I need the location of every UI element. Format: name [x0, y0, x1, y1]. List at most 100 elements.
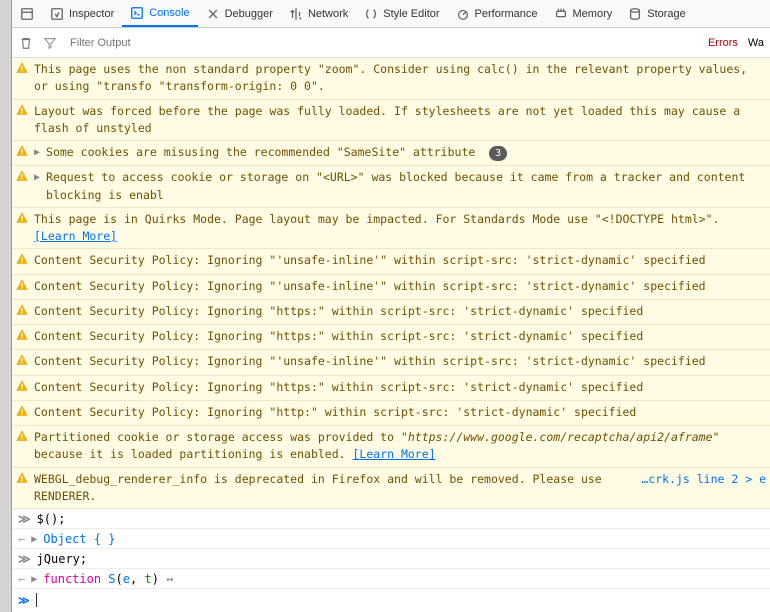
msg-text: Partitioned cookie or storage access was…: [34, 429, 766, 464]
warning-icon: [16, 354, 28, 371]
console-row[interactable]: WEBGL_debug_renderer_info is deprecated …: [12, 468, 770, 510]
warning-icon: [16, 104, 28, 121]
learn-more-link[interactable]: [Learn More]: [353, 447, 436, 461]
warning-icon: [16, 304, 28, 321]
repl-output-row: ← ▶ function S(e, t) ↔: [12, 569, 770, 589]
console-row[interactable]: Partitioned cookie or storage access was…: [12, 426, 770, 468]
learn-more-link[interactable]: [Learn More]: [34, 229, 117, 243]
console-row[interactable]: Content Security Policy: Ignoring "https…: [12, 376, 770, 401]
tab-label: Storage: [647, 8, 686, 20]
msg-text: Content Security Policy: Ignoring "https…: [34, 379, 766, 396]
tab-network[interactable]: Network: [281, 0, 356, 27]
console-row[interactable]: Content Security Policy: Ignoring "'unsa…: [12, 275, 770, 300]
tab-storage[interactable]: Storage: [620, 0, 694, 27]
warning-icon: [16, 212, 28, 229]
memory-icon: [554, 7, 568, 21]
repl-input-text: jQuery;: [37, 552, 88, 566]
tab-label: Inspector: [69, 8, 114, 20]
style-icon: [364, 7, 378, 21]
warning-icon: [16, 472, 28, 489]
filter-input[interactable]: [66, 33, 700, 53]
msg-text: Layout was forced before the page was fu…: [34, 103, 766, 138]
console-row[interactable]: Content Security Policy: Ignoring "https…: [12, 300, 770, 325]
source-link[interactable]: …crk.js line 2 > e: [641, 471, 766, 488]
repl-output-text[interactable]: function S(e, t) ↔: [43, 572, 173, 586]
msg-text: This page is in Quirks Mode. Page layout…: [34, 211, 766, 246]
console-row[interactable]: ▶ Request to access cookie or storage on …: [12, 166, 770, 208]
output-prompt-icon: ←: [18, 572, 25, 586]
msg-text: Request to access cookie or storage on "…: [46, 169, 766, 204]
warning-icon: [16, 62, 28, 79]
msg-text: Content Security Policy: Ignoring "'unsa…: [34, 252, 766, 269]
warning-icon: [16, 329, 28, 346]
repl-area: ≫ $(); ← ▶ Object { } ≫ jQuery; ← ▶ function S…: [12, 509, 770, 589]
left-strip: [0, 0, 12, 612]
expand-arrow-icon[interactable]: ▶: [34, 145, 40, 160]
count-badge: 3: [489, 146, 507, 161]
tab-label: Network: [308, 8, 348, 20]
console-row[interactable]: ▶ Some cookies are misusing the recommend…: [12, 141, 770, 166]
input-prompt-icon: ≫: [18, 552, 31, 566]
console-row[interactable]: Content Security Policy: Ignoring "'unsa…: [12, 350, 770, 375]
tab-console[interactable]: Console: [122, 0, 197, 27]
tab-style[interactable]: Style Editor: [356, 0, 447, 27]
repl-input-row: ≫ jQuery;: [12, 549, 770, 569]
msg-text: WEBGL_debug_renderer_info is deprecated …: [34, 471, 635, 506]
msg-text: This page uses the non standard property…: [34, 61, 766, 96]
repl-output-row: ← ▶ Object { }: [12, 529, 770, 549]
warning-icon: [16, 405, 28, 422]
msg-text: Content Security Policy: Ignoring "'unsa…: [34, 353, 766, 370]
tab-performance[interactable]: Performance: [448, 0, 546, 27]
storage-icon: [628, 7, 642, 21]
tab-label: Performance: [475, 8, 538, 20]
msg-text: Content Security Policy: Ignoring "https…: [34, 328, 766, 345]
input-prompt-icon: ≫: [18, 512, 31, 526]
msg-text: Some cookies are misusing the recommende…: [46, 144, 766, 161]
expand-arrow-icon[interactable]: ▶: [34, 170, 40, 185]
console-row[interactable]: Content Security Policy: Ignoring "'unsa…: [12, 249, 770, 274]
console-row[interactable]: Content Security Policy: Ignoring "http:…: [12, 401, 770, 426]
console-row[interactable]: This page uses the non standard property…: [12, 58, 770, 100]
console-input-line[interactable]: ≫: [12, 589, 770, 611]
console-icon: [130, 6, 144, 20]
tab-label: Memory: [573, 8, 613, 20]
repl-input-text: $();: [37, 512, 66, 526]
inspector-icon: [50, 7, 64, 21]
tab-memory[interactable]: Memory: [546, 0, 621, 27]
debugger-icon: [206, 7, 220, 21]
filter-icon[interactable]: [42, 35, 58, 51]
warning-icon: [16, 279, 28, 296]
console-row[interactable]: Layout was forced before the page was fu…: [12, 100, 770, 142]
warnings-button[interactable]: Wa: [748, 37, 764, 49]
devtools-tabs: Inspector Console Debugger Network Style…: [12, 0, 770, 28]
repl-output-text[interactable]: Object { }: [43, 532, 115, 546]
tab-debugger[interactable]: Debugger: [198, 0, 281, 27]
warning-icon: [16, 170, 28, 187]
tab-label: Debugger: [225, 8, 273, 20]
console-messages: This page uses the non standard property…: [12, 58, 770, 509]
warning-icon: [16, 253, 28, 270]
warning-icon: [16, 430, 28, 447]
tab-dock-icon[interactable]: [12, 0, 42, 27]
warning-icon: [16, 145, 28, 162]
output-prompt-icon: ←: [18, 532, 25, 546]
expand-arrow-icon[interactable]: ▶: [31, 534, 37, 545]
tab-inspector[interactable]: Inspector: [42, 0, 122, 27]
warning-icon: [16, 380, 28, 397]
expand-arrow-icon[interactable]: ▶: [31, 574, 37, 585]
msg-text: Content Security Policy: Ignoring "http:…: [34, 404, 766, 421]
errors-button[interactable]: Errors: [708, 37, 738, 49]
performance-icon: [456, 7, 470, 21]
msg-text: Content Security Policy: Ignoring "'unsa…: [34, 278, 766, 295]
console-toolbar: Errors Wa: [12, 28, 770, 58]
network-icon: [289, 7, 303, 21]
repl-input-row: ≫ $();: [12, 509, 770, 529]
clear-icon[interactable]: [18, 35, 34, 51]
input-cursor: [36, 593, 37, 607]
tab-label: Console: [149, 7, 189, 19]
dock-icon: [20, 7, 34, 21]
tab-label: Style Editor: [383, 8, 439, 20]
console-row[interactable]: This page is in Quirks Mode. Page layout…: [12, 208, 770, 250]
console-row[interactable]: Content Security Policy: Ignoring "https…: [12, 325, 770, 350]
input-prompt-icon: ≫: [18, 594, 30, 607]
